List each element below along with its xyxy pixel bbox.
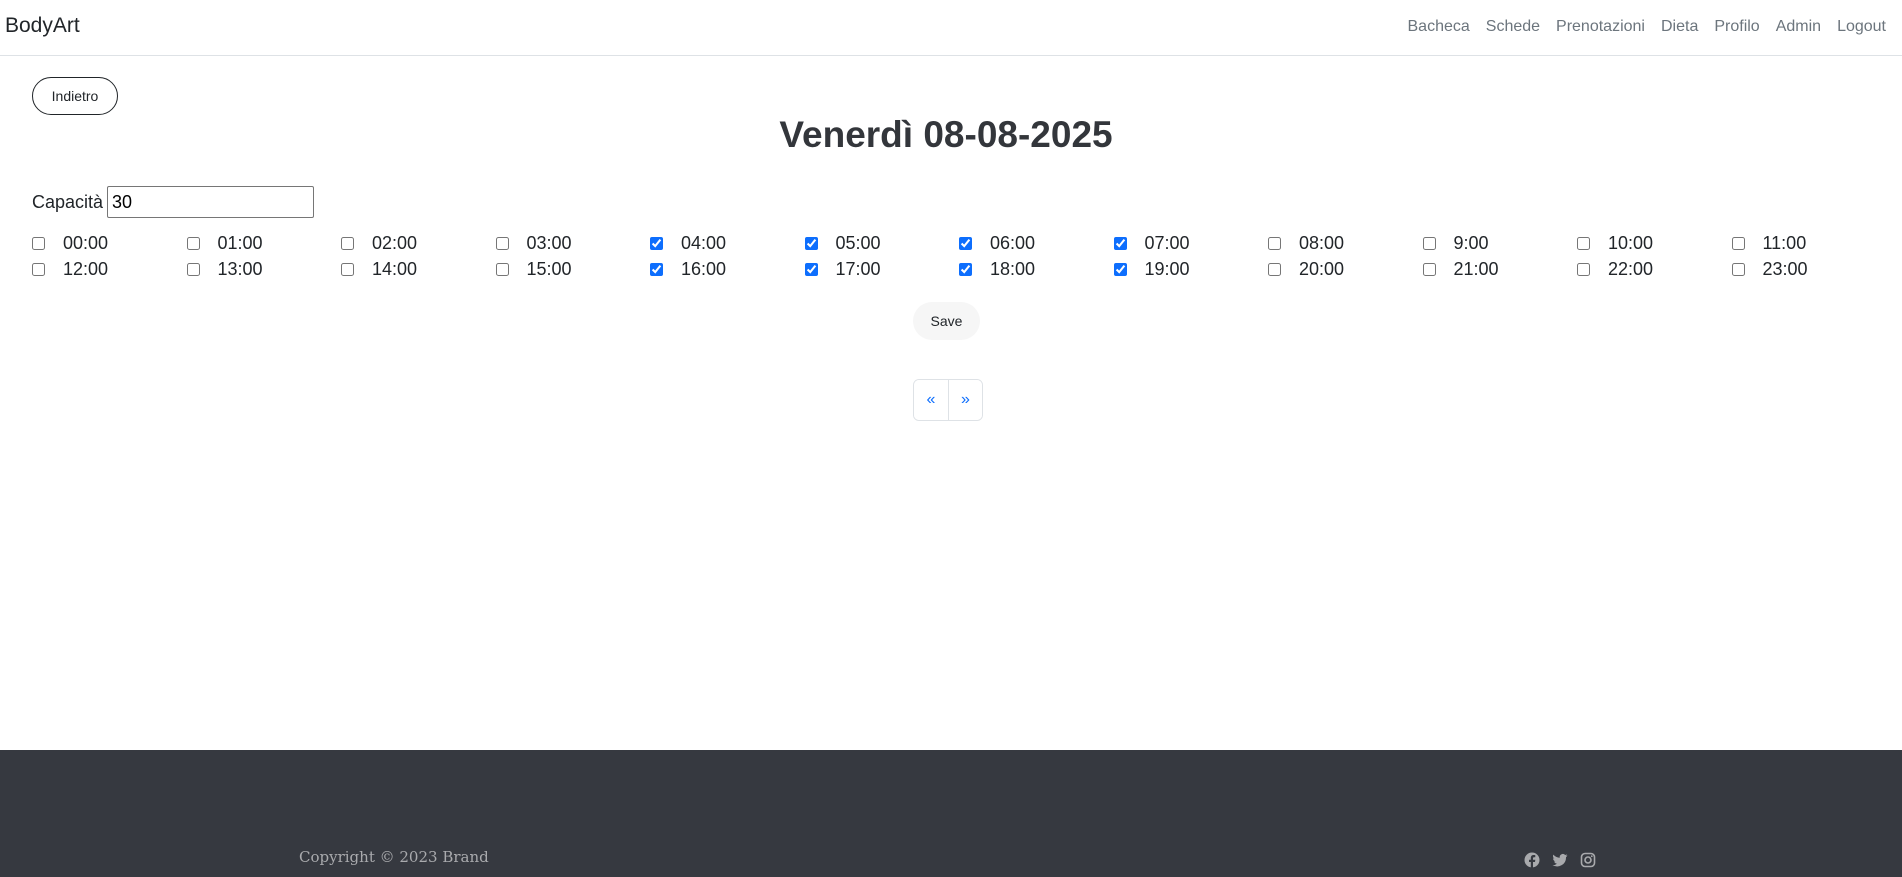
nav-links: Bacheca Schede Prenotazioni Dieta Profil… <box>1392 18 1887 36</box>
brand-logo[interactable]: BodyArt <box>5 14 80 38</box>
hour-option-2200[interactable]: 22:00 <box>1577 256 1732 282</box>
hour-checkbox-1500[interactable] <box>495 262 509 276</box>
hour-option-1600[interactable]: 16:00 <box>650 256 805 282</box>
hour-checkbox-0600[interactable] <box>959 236 972 250</box>
page-title: Venerdì 08-08-2025 <box>779 114 1113 155</box>
instagram-icon[interactable] <box>1580 852 1596 868</box>
next-page-button[interactable]: » <box>948 380 982 420</box>
hour-label: 13:00 <box>217 258 263 279</box>
save-button[interactable]: Save <box>913 302 980 340</box>
hour-option-2000[interactable]: 20:00 <box>1268 256 1423 282</box>
hour-checkbox-0800[interactable] <box>1268 236 1281 250</box>
hour-label: 06:00 <box>990 232 1036 253</box>
twitter-icon[interactable] <box>1552 852 1568 868</box>
hour-label: 14:00 <box>372 258 418 279</box>
nav-link-admin[interactable]: Admin <box>1776 18 1821 36</box>
capacity-input[interactable] <box>107 186 315 218</box>
hour-option-2100[interactable]: 21:00 <box>1422 256 1578 282</box>
nav-link-prenotazioni[interactable]: Prenotazioni <box>1556 18 1645 36</box>
hour-option-0600[interactable]: 06:00 <box>959 230 1114 256</box>
nav-link-dieta[interactable]: Dieta <box>1661 18 1698 36</box>
nav-link-logout[interactable]: Logout <box>1837 18 1886 36</box>
hour-label: 04:00 <box>681 232 727 253</box>
hour-label: 08:00 <box>1299 232 1345 253</box>
hour-checkbox-1000[interactable] <box>1577 236 1590 250</box>
hour-option-1900[interactable]: 19:00 <box>1113 256 1269 282</box>
hour-checkbox-1200[interactable] <box>32 262 45 276</box>
navbar: BodyArt Bacheca Schede Prenotazioni Diet… <box>0 0 1902 56</box>
hour-label: 21:00 <box>1453 258 1499 279</box>
hour-checkbox-1700[interactable] <box>804 262 818 276</box>
hour-label: 20:00 <box>1299 258 1345 279</box>
hour-checkbox-2000[interactable] <box>1268 262 1281 276</box>
back-button[interactable]: Indietro <box>32 77 118 115</box>
hour-checkbox-1800[interactable] <box>959 262 972 276</box>
nav-link-schede[interactable]: Schede <box>1486 18 1540 36</box>
hour-label: 17:00 <box>835 258 881 279</box>
hour-option-1000[interactable]: 10:00 <box>1577 230 1732 256</box>
hour-checkbox-1300[interactable] <box>186 262 200 276</box>
hour-option-1300[interactable]: 13:00 <box>186 256 342 282</box>
hour-label: 19:00 <box>1144 258 1190 279</box>
hour-checkbox-0000[interactable] <box>32 236 45 250</box>
capacity-label: Capacità <box>32 191 104 212</box>
hour-option-1500[interactable]: 15:00 <box>495 256 651 282</box>
hour-checkbox-0500[interactable] <box>804 236 818 250</box>
hour-checkbox-0200[interactable] <box>341 236 354 250</box>
hour-checkbox-900[interactable] <box>1422 236 1436 250</box>
hour-label: 00:00 <box>63 232 109 253</box>
hour-option-1400[interactable]: 14:00 <box>341 256 496 282</box>
hour-label: 11:00 <box>1762 232 1807 253</box>
prev-page-button[interactable]: « <box>914 380 948 420</box>
hour-checkbox-1100[interactable] <box>1731 236 1745 250</box>
nav-link-bacheca[interactable]: Bacheca <box>1408 18 1470 36</box>
hour-label: 01:00 <box>217 232 263 253</box>
hour-label: 10:00 <box>1608 232 1654 253</box>
hour-label: 05:00 <box>835 232 881 253</box>
hour-checkbox-2100[interactable] <box>1422 262 1436 276</box>
hour-option-0200[interactable]: 02:00 <box>341 230 496 256</box>
hour-option-1100[interactable]: 11:00 <box>1731 230 1887 256</box>
hour-label: 03:00 <box>526 232 572 253</box>
hour-option-0400[interactable]: 04:00 <box>650 230 805 256</box>
pagination: « » <box>913 379 983 421</box>
hour-option-1200[interactable]: 12:00 <box>32 256 187 282</box>
hour-checkbox-1900[interactable] <box>1113 262 1127 276</box>
hour-label: 15:00 <box>526 258 572 279</box>
hour-checkbox-0400[interactable] <box>650 236 663 250</box>
hour-option-1800[interactable]: 18:00 <box>959 256 1114 282</box>
hour-label: 12:00 <box>63 258 109 279</box>
hour-checkbox-1400[interactable] <box>341 262 354 276</box>
hour-option-0700[interactable]: 07:00 <box>1113 230 1269 256</box>
hour-option-0800[interactable]: 08:00 <box>1268 230 1423 256</box>
hour-checkbox-0700[interactable] <box>1113 236 1127 250</box>
copyright-text: Copyright © 2023 Brand <box>299 848 489 866</box>
hour-option-0500[interactable]: 05:00 <box>804 230 960 256</box>
hour-checkbox-1600[interactable] <box>650 262 663 276</box>
hour-label: 9:00 <box>1453 232 1489 253</box>
hour-checkbox-2300[interactable] <box>1731 262 1745 276</box>
hour-label: 18:00 <box>990 258 1036 279</box>
hour-option-0000[interactable]: 00:00 <box>32 230 187 256</box>
hour-option-2300[interactable]: 23:00 <box>1731 256 1887 282</box>
hour-option-0100[interactable]: 01:00 <box>186 230 342 256</box>
hour-option-1700[interactable]: 17:00 <box>804 256 960 282</box>
hour-checkbox-2200[interactable] <box>1577 262 1590 276</box>
hour-checkbox-0100[interactable] <box>186 236 200 250</box>
facebook-icon[interactable] <box>1524 852 1540 868</box>
hour-label: 07:00 <box>1144 232 1190 253</box>
footer: Copyright © 2023 Brand <box>0 750 1902 877</box>
hour-option-900[interactable]: 9:00 <box>1422 230 1578 256</box>
hours-grid: 00:00 01:00 02:00 03:00 04:00 05:00 06:00 07:00… <box>32 230 1882 282</box>
hour-option-0300[interactable]: 03:00 <box>495 230 651 256</box>
hour-label: 16:00 <box>681 258 727 279</box>
hour-label: 22:00 <box>1608 258 1654 279</box>
hour-label: 02:00 <box>372 232 418 253</box>
hour-label: 23:00 <box>1762 258 1808 279</box>
nav-link-profilo[interactable]: Profilo <box>1714 18 1759 36</box>
social-links <box>1524 852 1596 868</box>
capacity-row: Capacità <box>32 186 315 218</box>
hour-checkbox-0300[interactable] <box>495 236 509 250</box>
